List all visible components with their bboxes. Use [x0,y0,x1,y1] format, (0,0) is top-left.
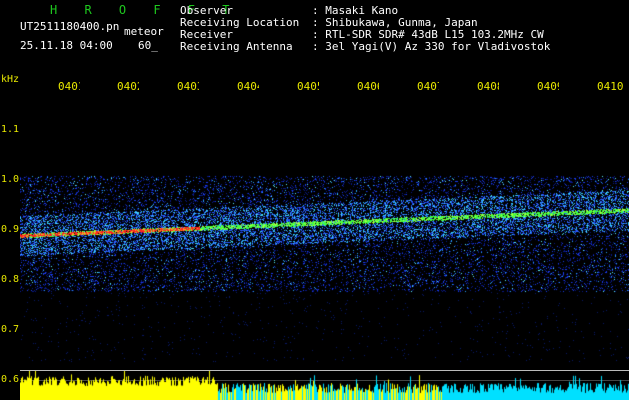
time-tick-0401: 0401 [58,80,80,93]
time-tick-0409: 0409 [537,80,559,93]
time-tick-0407: 0407 [417,80,439,93]
freq-tick-1-0: 1.0 [1,174,20,185]
spectrogram-plot [20,100,629,380]
time-tick-0408: 0408 [477,80,499,93]
freq-tick-1-1: 1.1 [1,124,20,135]
antenna-value: : 3el Yagi(V) Az 330 for Vladivostok [312,40,551,53]
freq-tick-0-6: 0.6 [1,374,20,385]
time-tick-0404: 0404 [237,80,259,93]
date-time: 25.11.18 04:00 [20,39,113,52]
file-name: UT2511180400.pn [20,20,120,33]
meteor-label: meteor [124,25,164,38]
time-tick-0405: 0405 [297,80,319,93]
meteor-count: 60_ [138,39,158,52]
time-tick-0402: 0402 [117,80,139,93]
freq-tick-0-9: 0.9 [1,224,20,235]
time-tick-0403: 0403 [177,80,199,93]
freq-unit-label: kHz [1,74,20,85]
freq-tick-0-7: 0.7 [1,324,20,335]
antenna-label: Receiving Antenna [180,40,293,53]
time-tick-0410: 0410 [597,80,624,93]
time-tick-0406: 0406 [357,80,379,93]
signal-level-bars [20,371,629,400]
freq-tick-0-8: 0.8 [1,274,20,285]
